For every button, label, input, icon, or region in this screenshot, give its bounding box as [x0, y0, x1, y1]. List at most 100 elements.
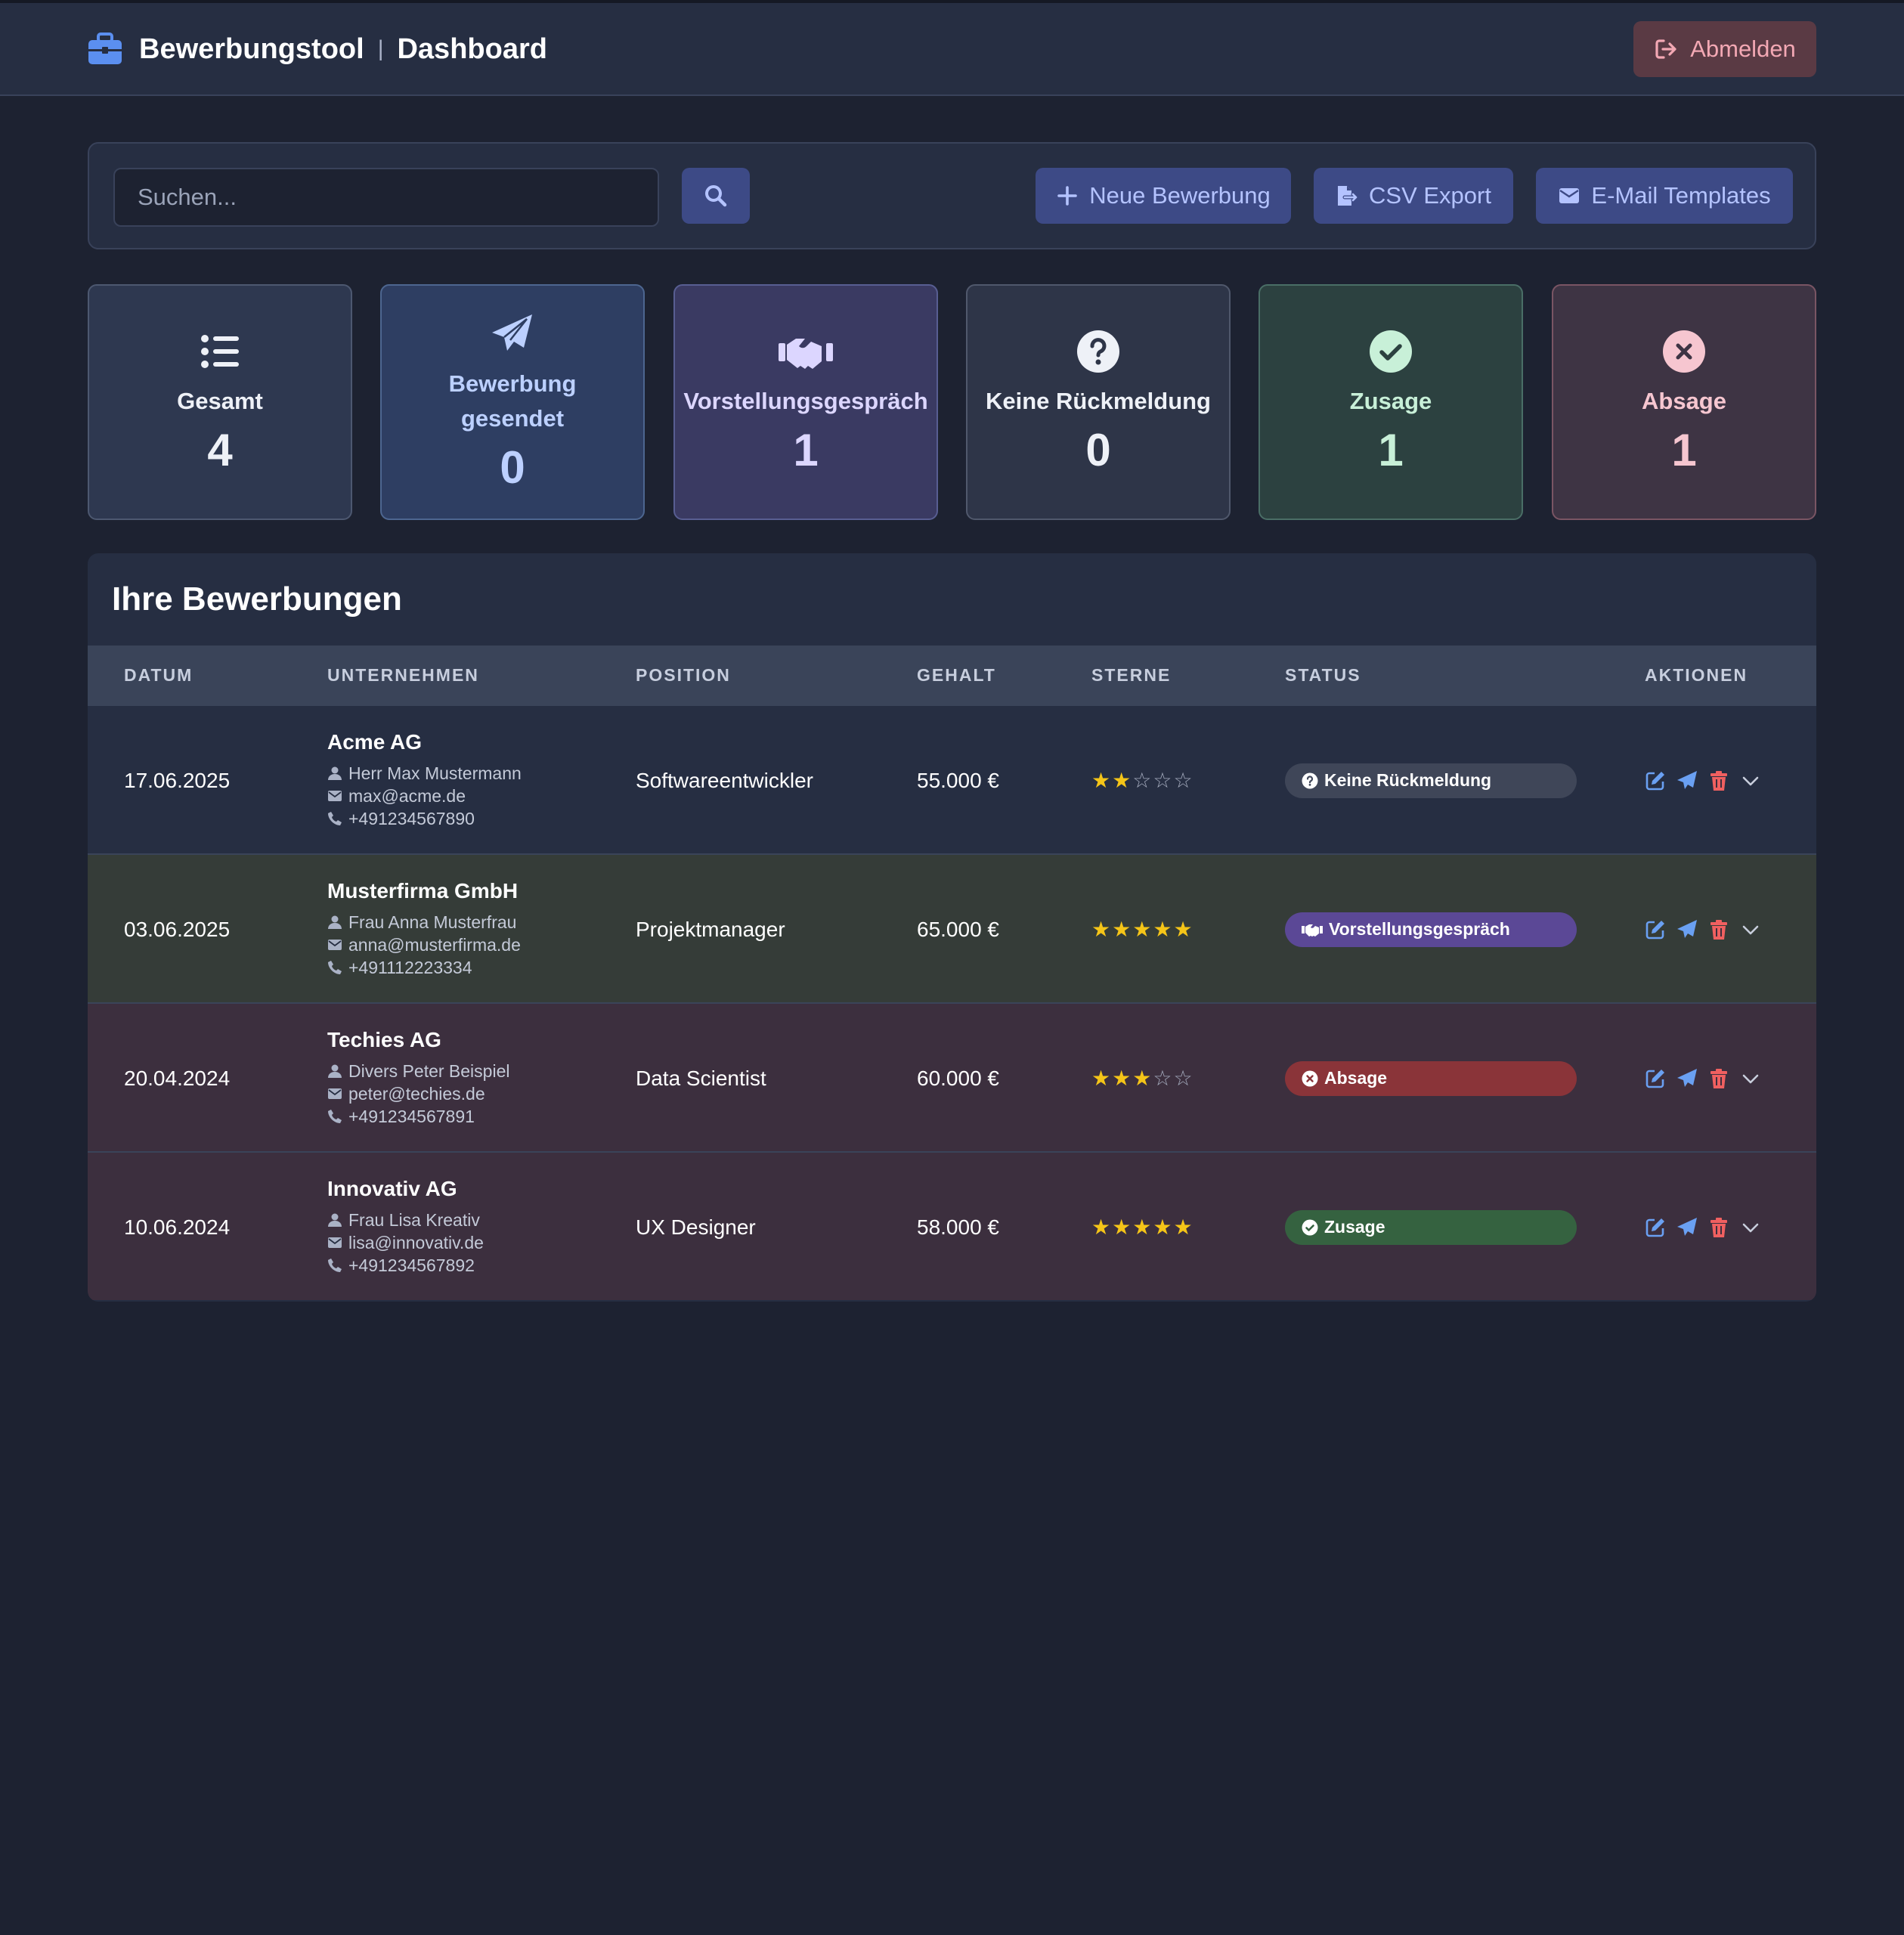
search-input[interactable] — [113, 168, 659, 227]
star-filled-icon: ★ — [1112, 769, 1132, 792]
column-header-position[interactable]: POSITION — [636, 646, 731, 704]
send-button[interactable] — [1676, 770, 1698, 791]
email-text[interactable]: lisa@innovativ.de — [348, 1233, 484, 1253]
expand-button[interactable] — [1740, 919, 1761, 940]
phone-text[interactable]: +491234567892 — [348, 1255, 475, 1276]
phone-text[interactable]: +491234567891 — [348, 1107, 475, 1127]
handshake-icon — [1302, 924, 1323, 937]
star-filled-icon: ★ — [1173, 918, 1193, 941]
email-text[interactable]: peter@techies.de — [348, 1084, 485, 1104]
user-icon — [328, 766, 342, 780]
position-cell: Softwareentwickler — [636, 768, 813, 792]
new-application-button[interactable]: Neue Bewerbung — [1036, 168, 1291, 224]
file-export-icon — [1338, 186, 1359, 206]
delete-button[interactable] — [1708, 1217, 1729, 1238]
stars-cell[interactable]: ★ ★ ★ ★ ★ — [1091, 1153, 1193, 1302]
actions-cell — [1645, 1153, 1761, 1302]
expand-button[interactable] — [1740, 1068, 1761, 1089]
delete-button[interactable] — [1708, 1068, 1729, 1089]
edit-icon — [1645, 771, 1664, 790]
company-cell: Musterfirma GmbH Frau Anna Musterfrau anna… — [327, 879, 521, 979]
status-cell: Zusage — [1285, 1153, 1577, 1302]
delete-button[interactable] — [1708, 919, 1729, 940]
contact-email[interactable]: lisa@innovativ.de — [327, 1231, 484, 1254]
phone-text[interactable]: +491234567890 — [348, 809, 475, 829]
star-rating[interactable]: ★ ★ ★ ★ ★ — [1091, 1215, 1193, 1240]
email-text[interactable]: anna@musterfirma.de — [348, 935, 521, 955]
stars-cell[interactable]: ★ ★ ★ ★ ★ — [1091, 855, 1193, 1004]
delete-button[interactable] — [1708, 770, 1729, 791]
search-button[interactable] — [682, 168, 750, 224]
stat-card-interview[interactable]: Vorstellungsgespräch 1 — [673, 284, 938, 520]
expand-button[interactable] — [1740, 1217, 1761, 1238]
column-header-actions: AKTIONEN — [1645, 665, 1748, 685]
stat-card-total[interactable]: Gesamt 4 — [88, 284, 352, 520]
stat-label: Vorstellungsgespräch — [683, 388, 928, 414]
logout-button[interactable]: Abmelden — [1633, 21, 1816, 77]
star-filled-icon: ★ — [1132, 1067, 1152, 1090]
actions-cell — [1645, 1004, 1761, 1153]
csv-export-button[interactable]: CSV Export — [1314, 168, 1513, 224]
company-cell: Acme AG Herr Max Mustermann max@acme.de +49… — [327, 730, 522, 830]
question-circle-icon — [1302, 772, 1318, 788]
send-button[interactable] — [1676, 1068, 1698, 1089]
status-label: Zusage — [1324, 1217, 1385, 1237]
contact-email[interactable]: peter@techies.de — [327, 1082, 509, 1105]
check-circle-icon — [1370, 330, 1412, 373]
edit-button[interactable] — [1645, 1068, 1666, 1089]
table-row[interactable]: 17.06.2025 Acme AG Herr Max Mustermann max@… — [88, 704, 1816, 853]
column-header-stars[interactable]: STERNE — [1091, 646, 1171, 704]
email-templates-button[interactable]: E-Mail Templates — [1536, 168, 1793, 224]
star-rating[interactable]: ★ ★ ☆ ☆ ☆ — [1091, 768, 1193, 793]
contact-phone[interactable]: +491234567891 — [327, 1105, 509, 1128]
contact-phone[interactable]: +491234567892 — [327, 1254, 484, 1277]
stars-cell[interactable]: ★ ★ ★ ☆ ☆ — [1091, 1004, 1193, 1153]
applications-panel: Ihre Bewerbungen DATUM UNTERNEHMEN POSIT… — [88, 553, 1816, 1302]
column-header-salary[interactable]: GEHALT — [917, 646, 996, 704]
edit-button[interactable] — [1645, 1217, 1666, 1238]
edit-button[interactable] — [1645, 770, 1666, 791]
stat-card-acceptance[interactable]: Zusage 1 — [1258, 284, 1523, 520]
company-name: Musterfirma GmbH — [327, 879, 519, 902]
star-filled-icon: ★ — [1091, 918, 1111, 941]
contact-phone[interactable]: +491112223334 — [327, 956, 521, 979]
stars-cell[interactable]: ★ ★ ☆ ☆ ☆ — [1091, 706, 1193, 855]
company-cell: Innovativ AG Frau Lisa Kreativ lisa@innova… — [327, 1177, 484, 1277]
table-row[interactable]: 03.06.2025 Musterfirma GmbH Frau Anna Must… — [88, 853, 1816, 1002]
user-icon — [328, 1213, 342, 1227]
contact-email[interactable]: max@acme.de — [327, 785, 522, 807]
column-header-date[interactable]: DATUM — [124, 646, 193, 704]
stat-card-no-response[interactable]: Keine Rückmeldung 0 — [966, 284, 1231, 520]
table-row[interactable]: 20.04.2024 Techies AG Divers Peter Beispie… — [88, 1002, 1816, 1151]
row-actions — [1645, 1217, 1761, 1238]
trash-icon — [1711, 770, 1727, 791]
plus-icon — [1057, 186, 1078, 206]
stat-label: Absage — [1642, 388, 1726, 414]
email-text[interactable]: max@acme.de — [348, 786, 466, 807]
stat-card-rejection[interactable]: Absage 1 — [1552, 284, 1816, 520]
actions-cell — [1645, 855, 1761, 1004]
brand[interactable]: Bewerbungstool | Dashboard — [88, 30, 547, 68]
date-cell: 10.06.2024 — [124, 1215, 231, 1239]
column-header-company[interactable]: UNTERNEHMEN — [327, 646, 479, 704]
expand-button[interactable] — [1740, 770, 1761, 791]
send-button[interactable] — [1676, 1217, 1698, 1238]
star-rating[interactable]: ★ ★ ★ ★ ★ — [1091, 917, 1193, 942]
phone-text[interactable]: +491112223334 — [348, 958, 472, 978]
title-separator: | — [377, 36, 384, 61]
star-rating[interactable]: ★ ★ ★ ☆ ☆ — [1091, 1066, 1193, 1091]
send-button[interactable] — [1676, 919, 1698, 940]
briefcase-icon — [88, 33, 122, 64]
edit-button[interactable] — [1645, 919, 1666, 940]
stat-value: 0 — [500, 442, 525, 493]
stat-card-sent[interactable]: Bewerbung gesendet 0 — [380, 284, 645, 520]
table-row[interactable]: 10.06.2024 Innovativ AG Frau Lisa Kreativ l… — [88, 1151, 1816, 1300]
phone-icon — [328, 812, 342, 825]
stat-value: 0 — [1085, 425, 1111, 475]
contact-phone[interactable]: +491234567890 — [327, 807, 522, 830]
status-cell: Absage — [1285, 1004, 1577, 1153]
status-label: Vorstellungsgespräch — [1329, 919, 1510, 939]
column-header-status[interactable]: STATUS — [1285, 646, 1361, 704]
contact-email[interactable]: anna@musterfirma.de — [327, 933, 521, 956]
envelope-icon — [328, 1237, 342, 1248]
